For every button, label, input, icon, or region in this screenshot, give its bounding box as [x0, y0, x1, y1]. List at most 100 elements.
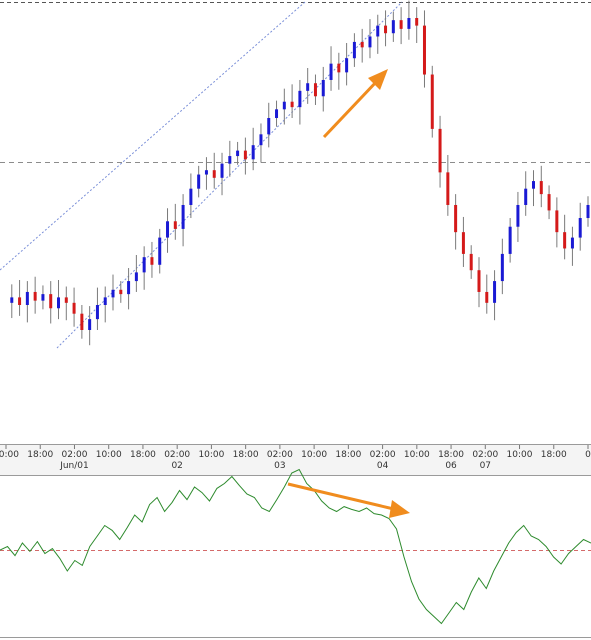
candle-bullish	[197, 174, 201, 189]
candle-bullish	[368, 36, 372, 48]
candle-bearish	[438, 128, 442, 173]
time-tick-label: 18:00	[335, 450, 361, 460]
candle-bullish	[275, 109, 279, 119]
time-tick-label: 00:00	[0, 450, 19, 460]
candle-bearish	[173, 221, 177, 229]
time-tick-label: 18:00	[233, 450, 259, 460]
candle-bullish	[57, 297, 61, 309]
candle-bearish	[469, 253, 473, 271]
candle-bearish	[33, 291, 37, 301]
candle-bullish	[236, 150, 240, 157]
candle-bullish	[181, 204, 185, 229]
candle-bullish	[329, 63, 333, 80]
candle-bullish	[88, 319, 92, 330]
time-tick-label: 0	[585, 450, 591, 460]
candle-bullish	[407, 18, 411, 29]
candle-bullish	[259, 134, 263, 146]
time-tick-label: 02:00	[62, 450, 88, 460]
candle-bearish	[563, 232, 567, 249]
time-tick-label: 10:00	[198, 450, 224, 460]
candle-bearish	[360, 41, 364, 48]
date-tick-label: 03	[274, 461, 285, 471]
candle-bearish	[461, 232, 465, 254]
time-tick-label: 02:00	[267, 450, 293, 460]
chart-stage: 00:0018:0002:00Jun/0110:0018:0002:000210…	[0, 0, 591, 640]
candle-bearish	[290, 101, 294, 108]
candle-bearish	[212, 170, 216, 178]
candle-bearish	[119, 289, 123, 295]
candle-bearish	[384, 25, 388, 34]
date-tick-label: 07	[480, 461, 491, 471]
candle-bullish	[508, 226, 512, 254]
time-tick-label: 02:00	[472, 450, 498, 460]
candle-bearish	[555, 210, 559, 233]
time-tick-label: 10:00	[404, 450, 430, 460]
candle-bearish	[64, 297, 68, 303]
candle-bullish	[345, 58, 349, 73]
time-tick-label: 18:00	[27, 450, 53, 460]
candle-bearish	[539, 181, 543, 195]
candle-bearish	[80, 313, 84, 330]
candle-bullish	[282, 101, 286, 110]
candle-bullish	[352, 41, 356, 59]
candle-bullish	[166, 221, 170, 238]
candle-bearish	[446, 172, 450, 205]
time-tick-label: 18:00	[541, 450, 567, 460]
candle-bearish	[243, 150, 247, 160]
time-tick-label: 02:00	[164, 450, 190, 460]
date-tick-label: Jun/01	[59, 461, 89, 471]
candle-bullish	[251, 145, 255, 160]
candle-bullish	[298, 90, 302, 108]
candle-bearish	[422, 25, 426, 75]
candle-bullish	[493, 281, 497, 303]
candle-bullish	[10, 297, 14, 303]
candle-bullish	[134, 272, 138, 282]
candle-bearish	[547, 194, 551, 211]
candle-bullish	[228, 156, 232, 164]
candle-bearish	[337, 63, 341, 73]
candle-bullish	[267, 118, 271, 135]
candle-bearish	[150, 257, 154, 265]
candle-bearish	[399, 20, 403, 29]
time-tick-label: 10:00	[507, 450, 533, 460]
candle-bearish	[454, 204, 458, 233]
candle-bearish	[72, 302, 76, 314]
candle-bearish	[18, 297, 22, 305]
candle-bullish	[516, 204, 520, 227]
candle-bullish	[142, 257, 146, 273]
candle-bearish	[49, 294, 53, 309]
time-tick-label: 02:00	[370, 450, 396, 460]
candle-bearish	[415, 18, 419, 26]
candle-bullish	[376, 25, 380, 37]
candle-bullish	[524, 188, 528, 205]
candle-bullish	[103, 297, 107, 305]
candle-bullish	[220, 163, 224, 178]
candle-bullish	[158, 237, 162, 265]
candle-bullish	[204, 170, 208, 175]
candle-bullish	[25, 291, 29, 305]
candle-bullish	[578, 218, 582, 238]
candle-bullish	[321, 79, 325, 97]
candle-bullish	[127, 281, 131, 295]
candle-bullish	[306, 83, 310, 91]
date-tick-label: 06	[445, 461, 457, 471]
candle-bearish	[313, 83, 317, 97]
candle-bearish	[477, 270, 481, 292]
candle-bearish	[485, 291, 489, 303]
time-tick-label: 10:00	[96, 450, 122, 460]
time-tick-label: 18:00	[130, 450, 156, 460]
date-tick-label: 04	[377, 461, 389, 471]
candle-bullish	[391, 20, 395, 34]
candle-bullish	[586, 204, 590, 219]
candle-bearish	[430, 74, 434, 129]
time-tick-label: 10:00	[301, 450, 327, 460]
candle-bullish	[570, 237, 574, 249]
candle-bullish	[111, 289, 115, 298]
time-tick-label: 18:00	[438, 450, 464, 460]
candle-bullish	[500, 253, 504, 282]
candle-bullish	[531, 181, 535, 189]
candle-bullish	[95, 304, 99, 320]
candle-bullish	[189, 188, 193, 205]
date-tick-label: 02	[171, 461, 182, 471]
candle-bullish	[41, 294, 45, 301]
